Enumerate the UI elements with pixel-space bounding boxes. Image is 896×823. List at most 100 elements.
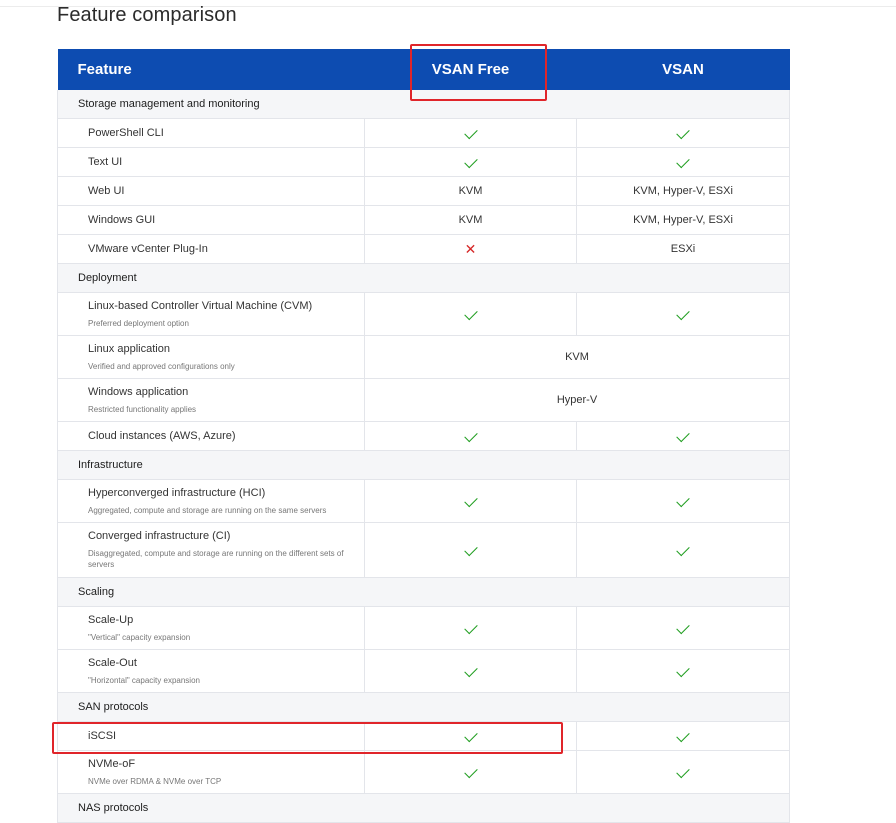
feature-description: Aggregated, compute and storage are runn… — [88, 505, 327, 515]
feature-name: Scale-Out — [88, 656, 137, 669]
cross-icon: ✕ — [464, 240, 477, 257]
check-icon — [676, 154, 690, 169]
table-row: PowerShell CLI — [57, 118, 790, 148]
feature-name: iSCSI — [88, 730, 117, 742]
section-title: SAN protocols — [57, 692, 790, 722]
section-title: NAS protocols — [57, 793, 790, 823]
vsan-free-cell: KVM — [364, 176, 577, 206]
vsan-cell — [576, 606, 790, 650]
cell-value: Hyper-V — [556, 394, 598, 406]
check-icon — [676, 728, 690, 743]
feature-name: Converged infrastructure (CI) — [88, 530, 231, 542]
table-row: Scale-Up "Vertical" capacity expansion — [57, 606, 790, 650]
feature-cell: Web UI — [57, 176, 365, 206]
table-row: iSCSI — [57, 721, 790, 751]
feature-cell: Linux-based Controller Virtual Machine (… — [57, 292, 365, 336]
section-title: Storage management and monitoring — [57, 90, 790, 119]
feature-name: Text UI — [88, 156, 123, 168]
vsan-cell — [576, 750, 790, 794]
section-title: Deployment — [57, 263, 790, 293]
feature-name: Windows GUI — [88, 214, 156, 226]
feature-name: Windows application — [88, 385, 189, 398]
vsan-cell — [576, 147, 790, 177]
vsan-cell: ESXi — [576, 234, 790, 264]
check-icon — [463, 125, 478, 140]
check-icon — [676, 306, 690, 321]
vsan-free-cell — [364, 118, 577, 148]
vsan-cell — [576, 479, 790, 523]
vsan-free-cell — [364, 721, 577, 751]
header-vsan: VSAN — [576, 49, 790, 90]
table-row: Text UI — [57, 147, 790, 177]
vsan-free-cell — [364, 292, 577, 336]
table-row: NVMe-oF NVMe over RDMA & NVMe over TCP — [57, 750, 790, 794]
cell-value: ESXi — [670, 243, 696, 255]
cell-value: KVM — [565, 351, 589, 363]
check-icon — [463, 764, 478, 779]
feature-cell: Windows GUI — [57, 205, 365, 235]
feature-description: NVMe over RDMA & NVMe over TCP — [88, 776, 222, 786]
page-title: Feature comparison — [57, 4, 237, 26]
check-icon — [676, 125, 690, 140]
table-row: Cloud instances (AWS, Azure) — [57, 421, 790, 451]
vsan-free-cell — [364, 606, 577, 650]
vsan-cell — [576, 522, 790, 578]
feature-description: "Horizontal" capacity expansion — [88, 675, 200, 685]
feature-cell: Hyperconverged infrastructure (HCI) Aggre… — [57, 479, 365, 523]
check-icon — [463, 663, 478, 678]
check-icon — [463, 542, 478, 557]
feature-description: "Vertical" capacity expansion — [88, 632, 191, 642]
table-row: Scale-Out "Horizontal" capacity expansion — [57, 649, 790, 693]
vsan-cell: KVM, Hyper-V, ESXi — [576, 205, 790, 235]
feature-cell: Scale-Out "Horizontal" capacity expansion — [57, 649, 365, 693]
vsan-cell — [576, 649, 790, 693]
check-icon — [676, 764, 690, 779]
feature-cell: Cloud instances (AWS, Azure) — [57, 421, 365, 451]
vsan-free-cell: KVM — [364, 205, 577, 235]
table-row: Windows application Restricted functional… — [57, 378, 790, 422]
table-row: Linux application Verified and approved c… — [57, 335, 790, 379]
vsan-free-cell — [364, 522, 577, 578]
feature-cell: Scale-Up "Vertical" capacity expansion — [57, 606, 365, 650]
feature-description: Preferred deployment option — [88, 318, 189, 328]
feature-cell: Converged infrastructure (CI) Disaggregat… — [57, 522, 365, 578]
check-icon — [676, 620, 690, 635]
merged-value-cell: Hyper-V — [364, 378, 790, 422]
feature-description: Restricted functionality applies — [88, 404, 197, 414]
vsan-cell — [576, 118, 790, 148]
feature-name: Linux-based Controller Virtual Machine (… — [88, 299, 313, 312]
feature-name: VMware vCenter Plug-In — [88, 243, 208, 255]
table-row: Converged infrastructure (CI) Disaggregat… — [57, 522, 790, 578]
section-row: Deployment — [57, 263, 790, 293]
section-row: Storage management and monitoring — [57, 90, 790, 119]
table-row: Windows GUI KVM KVM, Hyper-V, ESXi — [57, 205, 790, 235]
section-title: Scaling — [57, 577, 790, 607]
check-icon — [676, 428, 690, 443]
section-row: SAN protocols — [57, 692, 790, 722]
table-row: Web UI KVM KVM, Hyper-V, ESXi — [57, 176, 790, 206]
table-row: Hyperconverged infrastructure (HCI) Aggre… — [57, 479, 790, 523]
table-row: Linux-based Controller Virtual Machine (… — [57, 292, 790, 336]
check-icon — [463, 728, 478, 743]
check-icon — [676, 542, 690, 557]
feature-name: Web UI — [88, 185, 125, 197]
feature-comparison-table: Feature VSAN Free VSAN Storage managemen… — [57, 49, 790, 823]
check-icon — [676, 493, 690, 508]
feature-description: Verified and approved configurations onl… — [88, 361, 235, 371]
feature-name: Cloud instances (AWS, Azure) — [88, 430, 236, 442]
merged-value-cell: KVM — [364, 335, 790, 379]
check-icon — [463, 428, 478, 443]
feature-cell: iSCSI — [57, 721, 365, 751]
section-row: Scaling — [57, 577, 790, 607]
check-icon — [463, 154, 478, 169]
vsan-free-cell — [364, 649, 577, 693]
vsan-free-cell — [364, 479, 577, 523]
feature-description: Disaggregated, compute and storage are r… — [88, 549, 344, 569]
check-icon — [463, 620, 478, 635]
cell-value: KVM — [458, 214, 483, 226]
section-row: Infrastructure — [57, 450, 790, 480]
table-row: VMware vCenter Plug-In ✕ ESXi — [57, 234, 790, 264]
cell-value: KVM, Hyper-V, ESXi — [633, 214, 733, 226]
check-icon — [463, 306, 478, 321]
feature-cell: Linux application Verified and approved c… — [57, 335, 365, 379]
